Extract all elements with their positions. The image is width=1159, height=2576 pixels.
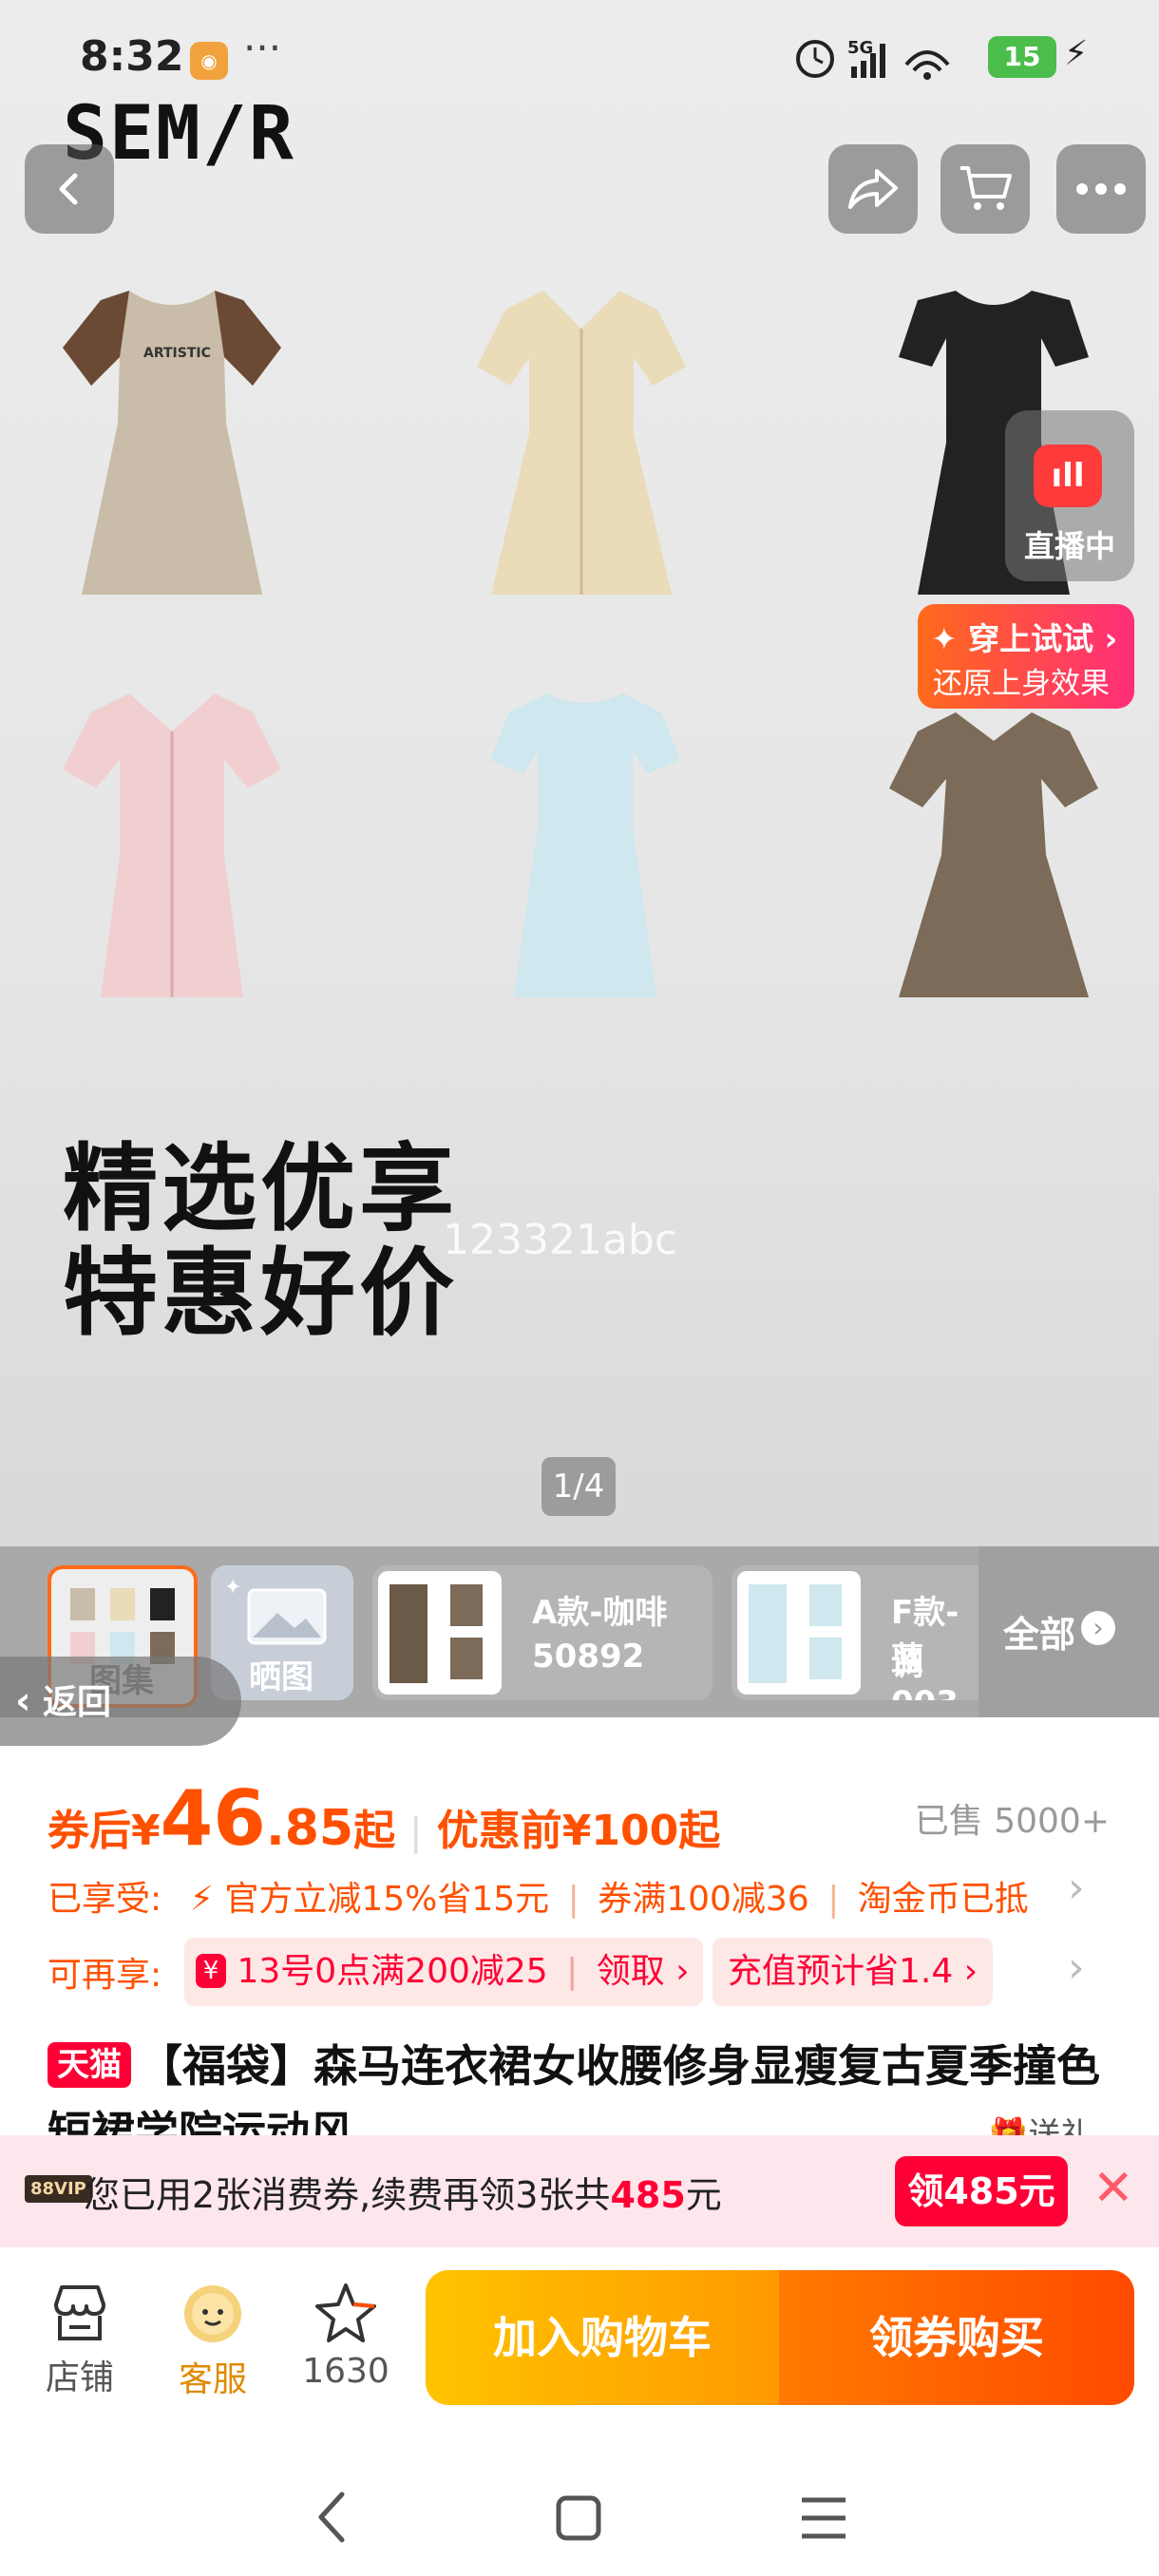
available-chevron-icon[interactable]: › [1068, 1943, 1085, 1992]
vip-badge: 88VIP [25, 2175, 92, 2203]
coupon-claim[interactable]: 领取 › [597, 1952, 690, 1991]
coupon-chip[interactable]: ¥ 13号0点满200减25 | 领取 › [184, 1938, 703, 2006]
original-price: 优惠前¥100起 [436, 1807, 721, 1855]
app-notification-icon: ◉ [190, 42, 228, 80]
return-label: 返回 [43, 1683, 112, 1722]
dress-image-floral-blue [490, 693, 680, 997]
variant-f-code: 调003 [891, 1645, 959, 1700]
after-coupon-label: 券后 [48, 1807, 131, 1855]
more-button[interactable] [1056, 144, 1146, 234]
share-button[interactable] [828, 144, 918, 234]
share-icon [848, 169, 898, 209]
store-label: 店铺 [45, 2358, 114, 2397]
vip-banner[interactable]: 88VIP 您已用2张消费券,续费再领3张共485元 领485元 ✕ [0, 2135, 1159, 2247]
more-icon [1076, 183, 1126, 195]
charging-icon: ⚡ [1064, 34, 1089, 73]
bottom-action-bar: 店铺 客服 1630 加入购物车 领券购买 [0, 2247, 1159, 2434]
recharge-chip[interactable]: 充值预计省1.4 › [712, 1938, 994, 2006]
variant-a-image [378, 1571, 502, 1695]
enjoyed-label: 已享受: [48, 1880, 162, 1919]
chevron-left-icon [59, 173, 78, 205]
discount-official: 官方立减15%省15元 [224, 1880, 550, 1919]
variant-a-label: A款-咖啡 [532, 1594, 668, 1632]
buy-with-coupon-button[interactable]: 领券购买 [779, 2270, 1134, 2405]
available-label: 可再享: [48, 1956, 162, 1995]
price-row: 券后¥46.85起 | 优惠前¥100起 [48, 1774, 720, 1863]
chevron-left-icon: ‹ [15, 1679, 31, 1723]
nav-menu-icon[interactable] [800, 2496, 847, 2540]
cart-button[interactable] [940, 144, 1030, 234]
coupon-icon: ¥ [196, 1954, 226, 1988]
coupon-text: 13号0点满200减25 [237, 1952, 548, 1991]
live-label: 直播中 [1023, 528, 1115, 564]
status-time: 8:32 [80, 32, 184, 81]
vip-amount: 485 [610, 2174, 686, 2216]
battery-indicator: 15 [988, 36, 1056, 78]
currency-symbol: ¥ [131, 1807, 161, 1855]
product-title: 天猫 【福袋】森马连衣裙女收腰修身显瘦复古夏季撞色短裙学院运动风 [48, 2033, 1121, 2147]
nav-home-icon[interactable] [555, 2494, 602, 2542]
enjoyed-discounts[interactable]: 已享受: ⚡ 官方立减15%省15元 | 券满100减36 | 淘金币已抵 [48, 1871, 1029, 1921]
tmall-badge: 天猫 [48, 2042, 131, 2088]
cart-icon [960, 166, 1012, 210]
return-button[interactable]: ‹ 返回 [0, 1657, 241, 1746]
view-all-button[interactable]: 全部 › [978, 1546, 1159, 1717]
price-decimal: .85 [265, 1800, 354, 1857]
nav-back-icon[interactable] [314, 2491, 352, 2544]
svg-text:ARTISTIC: ARTISTIC [143, 346, 211, 361]
network-type: 5G [847, 38, 873, 58]
try-on-button[interactable]: ✦ 穿上试试 › 还原上身效果 [918, 604, 1134, 709]
divider: | [409, 1810, 423, 1854]
discount-coupon: 券满100减36 [598, 1880, 809, 1919]
dress-image-olive-polo [889, 712, 1098, 997]
available-discounts: 可再享: [48, 1947, 162, 1997]
svg-text:✦: ✦ [224, 1576, 241, 1600]
promo-headline-2: 特惠好价 [63, 1238, 458, 1349]
customer-service-button[interactable]: 客服 [167, 2280, 258, 2401]
star-icon [315, 2283, 376, 2342]
chevron-right-icon: › [1081, 1611, 1115, 1645]
close-icon[interactable]: ✕ [1092, 2160, 1134, 2217]
photo-icon: ✦ [224, 1576, 327, 1645]
status-icons: 5G [796, 38, 950, 80]
thumb-variant-f[interactable]: F款-蓝 调003 [732, 1565, 978, 1700]
variant-f-image [737, 1571, 861, 1695]
watermark-text: 123321abc [443, 1216, 678, 1264]
claim-vip-button[interactable]: 领485元 [895, 2156, 1068, 2226]
page-indicator: 1/4 [542, 1457, 616, 1516]
product-title-text: 【福袋】森马连衣裙女收腰修身显瘦复古夏季撞色短裙学院运动风 [48, 2040, 1100, 2147]
view-all-label: 全部 [1003, 1614, 1076, 1656]
status-more-icon: ··· [243, 25, 282, 71]
price-integer: 46 [160, 1774, 266, 1863]
price-qi: 起 [353, 1807, 396, 1855]
discount-coins: 淘金币已抵 [857, 1880, 1029, 1919]
dress-image-khaki-brown: ARTISTIC [63, 291, 281, 595]
thumb-reviews-label: 晒图 [249, 1658, 314, 1696]
try-on-subtitle: 还原上身效果 [933, 667, 1110, 701]
favorite-count: 1630 [302, 2352, 390, 2391]
live-stream-button[interactable]: ıll 直播中 [1005, 410, 1134, 581]
sold-count: 已售 5000+ [914, 1802, 1110, 1841]
product-image-gallery[interactable]: 8:32 ◉ ··· 5G 15 ⚡ SEM/R ARTISTIC 精选优享 特… [0, 0, 1159, 1546]
enjoyed-chevron-icon[interactable]: › [1068, 1864, 1085, 1912]
dress-image-pink-shirt [63, 693, 281, 997]
vip-text: 您已用2张消费券,续费再领3张共485元 [84, 2174, 722, 2216]
system-nav-bar [0, 2434, 1159, 2576]
dress-image-beige-shirt [477, 291, 686, 595]
bolt-icon: ⚡ [189, 1880, 214, 1919]
store-button[interactable]: 店铺 [34, 2280, 125, 2399]
back-button[interactable] [25, 144, 114, 234]
service-label: 客服 [178, 2360, 247, 2399]
thumb-variant-a[interactable]: A款-咖啡 50892 [372, 1565, 712, 1700]
favorite-button[interactable]: 1630 [298, 2280, 393, 2391]
live-icon: ıll [1034, 445, 1102, 507]
variant-a-code: 50892 [532, 1638, 645, 1676]
store-icon [54, 2285, 105, 2340]
try-on-title: ✦ 穿上试试 › [931, 620, 1118, 657]
customer-service-icon [184, 2285, 241, 2342]
add-to-cart-button[interactable]: 加入购物车 [426, 2270, 779, 2405]
